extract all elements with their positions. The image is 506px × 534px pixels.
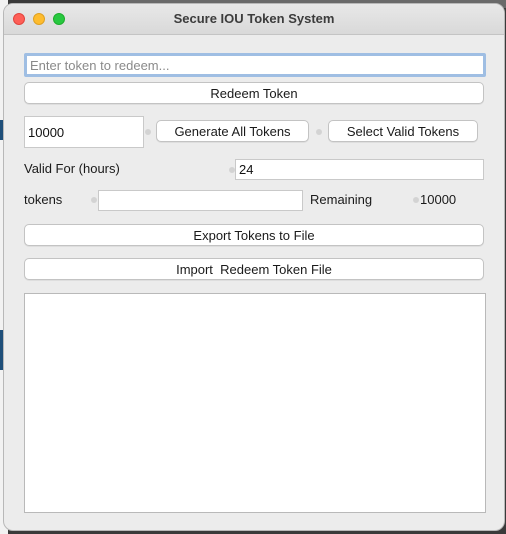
redeem-token-button[interactable]: Redeem Token bbox=[24, 82, 484, 104]
tokens-label: tokens bbox=[24, 192, 63, 207]
import-redeem-file-button[interactable]: Import Redeem Token File bbox=[24, 258, 484, 280]
valid-hours-input[interactable]: 24 bbox=[235, 159, 484, 180]
remaining-label: Remaining bbox=[310, 192, 373, 207]
token-count-input[interactable]: 10000 bbox=[24, 116, 144, 148]
redeem-token-input[interactable] bbox=[24, 53, 486, 77]
select-valid-tokens-button[interactable]: Select Valid Tokens bbox=[328, 120, 478, 142]
separator-dot bbox=[145, 129, 151, 135]
separator-dot bbox=[413, 197, 419, 203]
valid-for-label: Valid For (hours) bbox=[24, 161, 120, 176]
separator-dot bbox=[316, 129, 322, 135]
output-text-area[interactable] bbox=[24, 293, 486, 513]
generate-all-tokens-button[interactable]: Generate All Tokens bbox=[156, 120, 309, 142]
remaining-count: 10000 bbox=[420, 192, 457, 207]
window-title: Secure IOU Token System bbox=[173, 11, 335, 26]
app-window: Secure IOU Token System Redeem Token 100… bbox=[3, 3, 505, 531]
export-tokens-button[interactable]: Export Tokens to File bbox=[24, 224, 484, 246]
tokens-input[interactable] bbox=[98, 190, 303, 211]
separator-dot bbox=[91, 197, 97, 203]
title-bar[interactable]: Secure IOU Token System bbox=[4, 4, 504, 35]
